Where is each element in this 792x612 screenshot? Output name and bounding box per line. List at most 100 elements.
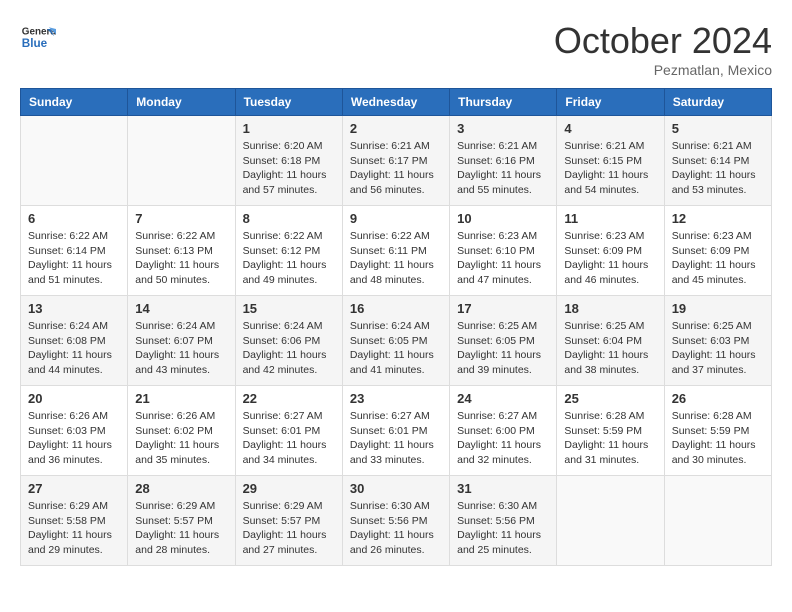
calendar-cell (557, 476, 664, 566)
day-number: 22 (243, 391, 335, 406)
day-info: Sunrise: 6:23 AM Sunset: 6:09 PM Dayligh… (672, 229, 764, 288)
day-info: Sunrise: 6:26 AM Sunset: 6:02 PM Dayligh… (135, 409, 227, 468)
day-info: Sunrise: 6:23 AM Sunset: 6:10 PM Dayligh… (457, 229, 549, 288)
calendar-cell: 22 Sunrise: 6:27 AM Sunset: 6:01 PM Dayli… (235, 386, 342, 476)
day-number: 30 (350, 481, 442, 496)
calendar-cell: 16Sunrise: 6:24 AM Sunset: 6:05 PM Dayli… (342, 296, 449, 386)
day-number: 31 (457, 481, 549, 496)
day-number: 21 (135, 391, 227, 406)
day-info: Sunrise: 6:27 AM Sunset: 6:01 PM Dayligh… (350, 409, 442, 468)
day-number: 15 (243, 301, 335, 316)
weekday-header: Thursday (450, 89, 557, 116)
calendar-cell: 11 Sunrise: 6:23 AM Sunset: 6:09 PM Dayli… (557, 206, 664, 296)
weekday-header-row: SundayMondayTuesdayWednesdayThursdayFrid… (21, 89, 772, 116)
calendar-cell: 28 Sunrise: 6:29 AM Sunset: 5:57 PM Dayli… (128, 476, 235, 566)
calendar-cell: 12Sunrise: 6:23 AM Sunset: 6:09 PM Dayli… (664, 206, 771, 296)
day-info: Sunrise: 6:27 AM Sunset: 6:00 PM Dayligh… (457, 409, 549, 468)
title-area: October 2024 Pezmatlan, Mexico (554, 20, 772, 78)
day-info: Sunrise: 6:26 AM Sunset: 6:03 PM Dayligh… (28, 409, 120, 468)
day-info: Sunrise: 6:25 AM Sunset: 6:03 PM Dayligh… (672, 319, 764, 378)
calendar-cell (21, 116, 128, 206)
calendar-body: 1 Sunrise: 6:20 AM Sunset: 6:18 PM Daylig… (21, 116, 772, 566)
calendar-cell: 13 Sunrise: 6:24 AM Sunset: 6:08 PM Dayli… (21, 296, 128, 386)
day-number: 20 (28, 391, 120, 406)
calendar-cell: 29Sunrise: 6:29 AM Sunset: 5:57 PM Dayli… (235, 476, 342, 566)
calendar-cell: 20 Sunrise: 6:26 AM Sunset: 6:03 PM Dayli… (21, 386, 128, 476)
calendar-cell: 18 Sunrise: 6:25 AM Sunset: 6:04 PM Dayli… (557, 296, 664, 386)
calendar-cell: 1 Sunrise: 6:20 AM Sunset: 6:18 PM Daylig… (235, 116, 342, 206)
day-number: 19 (672, 301, 764, 316)
calendar-cell: 14Sunrise: 6:24 AM Sunset: 6:07 PM Dayli… (128, 296, 235, 386)
calendar-header: SundayMondayTuesdayWednesdayThursdayFrid… (21, 89, 772, 116)
day-info: Sunrise: 6:21 AM Sunset: 6:16 PM Dayligh… (457, 139, 549, 198)
weekday-header: Monday (128, 89, 235, 116)
day-info: Sunrise: 6:30 AM Sunset: 5:56 PM Dayligh… (350, 499, 442, 558)
day-info: Sunrise: 6:29 AM Sunset: 5:58 PM Dayligh… (28, 499, 120, 558)
day-info: Sunrise: 6:22 AM Sunset: 6:13 PM Dayligh… (135, 229, 227, 288)
calendar-cell: 23 Sunrise: 6:27 AM Sunset: 6:01 PM Dayli… (342, 386, 449, 476)
calendar-cell: 15Sunrise: 6:24 AM Sunset: 6:06 PM Dayli… (235, 296, 342, 386)
day-number: 17 (457, 301, 549, 316)
calendar-week-row: 20 Sunrise: 6:26 AM Sunset: 6:03 PM Dayli… (21, 386, 772, 476)
logo: General Blue (20, 20, 56, 56)
day-info: Sunrise: 6:24 AM Sunset: 6:08 PM Dayligh… (28, 319, 120, 378)
day-number: 1 (243, 121, 335, 136)
day-number: 3 (457, 121, 549, 136)
weekday-header: Tuesday (235, 89, 342, 116)
day-number: 10 (457, 211, 549, 226)
day-info: Sunrise: 6:24 AM Sunset: 6:07 PM Dayligh… (135, 319, 227, 378)
page-header: General Blue October 2024 Pezmatlan, Mex… (20, 20, 772, 78)
calendar-cell: 9 Sunrise: 6:22 AM Sunset: 6:11 PM Daylig… (342, 206, 449, 296)
day-number: 11 (564, 211, 656, 226)
calendar-week-row: 13 Sunrise: 6:24 AM Sunset: 6:08 PM Dayli… (21, 296, 772, 386)
calendar-cell: 3 Sunrise: 6:21 AM Sunset: 6:16 PM Daylig… (450, 116, 557, 206)
day-info: Sunrise: 6:25 AM Sunset: 6:04 PM Dayligh… (564, 319, 656, 378)
day-info: Sunrise: 6:27 AM Sunset: 6:01 PM Dayligh… (243, 409, 335, 468)
day-number: 8 (243, 211, 335, 226)
calendar-cell: 7 Sunrise: 6:22 AM Sunset: 6:13 PM Daylig… (128, 206, 235, 296)
month-title: October 2024 (554, 20, 772, 62)
day-number: 2 (350, 121, 442, 136)
calendar-cell: 17 Sunrise: 6:25 AM Sunset: 6:05 PM Dayli… (450, 296, 557, 386)
logo-icon: General Blue (20, 20, 56, 56)
day-number: 25 (564, 391, 656, 406)
calendar-cell: 30 Sunrise: 6:30 AM Sunset: 5:56 PM Dayli… (342, 476, 449, 566)
day-number: 26 (672, 391, 764, 406)
calendar-cell: 31Sunrise: 6:30 AM Sunset: 5:56 PM Dayli… (450, 476, 557, 566)
calendar-table: SundayMondayTuesdayWednesdayThursdayFrid… (20, 88, 772, 566)
day-info: Sunrise: 6:20 AM Sunset: 6:18 PM Dayligh… (243, 139, 335, 198)
location: Pezmatlan, Mexico (554, 62, 772, 78)
day-number: 16 (350, 301, 442, 316)
day-number: 24 (457, 391, 549, 406)
calendar-cell: 19 Sunrise: 6:25 AM Sunset: 6:03 PM Dayli… (664, 296, 771, 386)
day-info: Sunrise: 6:22 AM Sunset: 6:14 PM Dayligh… (28, 229, 120, 288)
day-number: 7 (135, 211, 227, 226)
day-info: Sunrise: 6:21 AM Sunset: 6:14 PM Dayligh… (672, 139, 764, 198)
day-info: Sunrise: 6:29 AM Sunset: 5:57 PM Dayligh… (135, 499, 227, 558)
day-number: 13 (28, 301, 120, 316)
day-number: 23 (350, 391, 442, 406)
day-info: Sunrise: 6:29 AM Sunset: 5:57 PM Dayligh… (243, 499, 335, 558)
calendar-cell: 21 Sunrise: 6:26 AM Sunset: 6:02 PM Dayli… (128, 386, 235, 476)
day-info: Sunrise: 6:22 AM Sunset: 6:12 PM Dayligh… (243, 229, 335, 288)
day-info: Sunrise: 6:28 AM Sunset: 5:59 PM Dayligh… (672, 409, 764, 468)
weekday-header: Sunday (21, 89, 128, 116)
calendar-week-row: 1 Sunrise: 6:20 AM Sunset: 6:18 PM Daylig… (21, 116, 772, 206)
day-info: Sunrise: 6:23 AM Sunset: 6:09 PM Dayligh… (564, 229, 656, 288)
day-number: 6 (28, 211, 120, 226)
day-number: 28 (135, 481, 227, 496)
calendar-cell: 10 Sunrise: 6:23 AM Sunset: 6:10 PM Dayli… (450, 206, 557, 296)
weekday-header: Friday (557, 89, 664, 116)
day-info: Sunrise: 6:22 AM Sunset: 6:11 PM Dayligh… (350, 229, 442, 288)
day-info: Sunrise: 6:21 AM Sunset: 6:17 PM Dayligh… (350, 139, 442, 198)
day-info: Sunrise: 6:28 AM Sunset: 5:59 PM Dayligh… (564, 409, 656, 468)
calendar-cell: 24 Sunrise: 6:27 AM Sunset: 6:00 PM Dayli… (450, 386, 557, 476)
weekday-header: Saturday (664, 89, 771, 116)
weekday-header: Wednesday (342, 89, 449, 116)
calendar-cell: 4Sunrise: 6:21 AM Sunset: 6:15 PM Daylig… (557, 116, 664, 206)
day-number: 4 (564, 121, 656, 136)
day-number: 18 (564, 301, 656, 316)
calendar-cell: 2 Sunrise: 6:21 AM Sunset: 6:17 PM Daylig… (342, 116, 449, 206)
day-info: Sunrise: 6:25 AM Sunset: 6:05 PM Dayligh… (457, 319, 549, 378)
day-number: 9 (350, 211, 442, 226)
